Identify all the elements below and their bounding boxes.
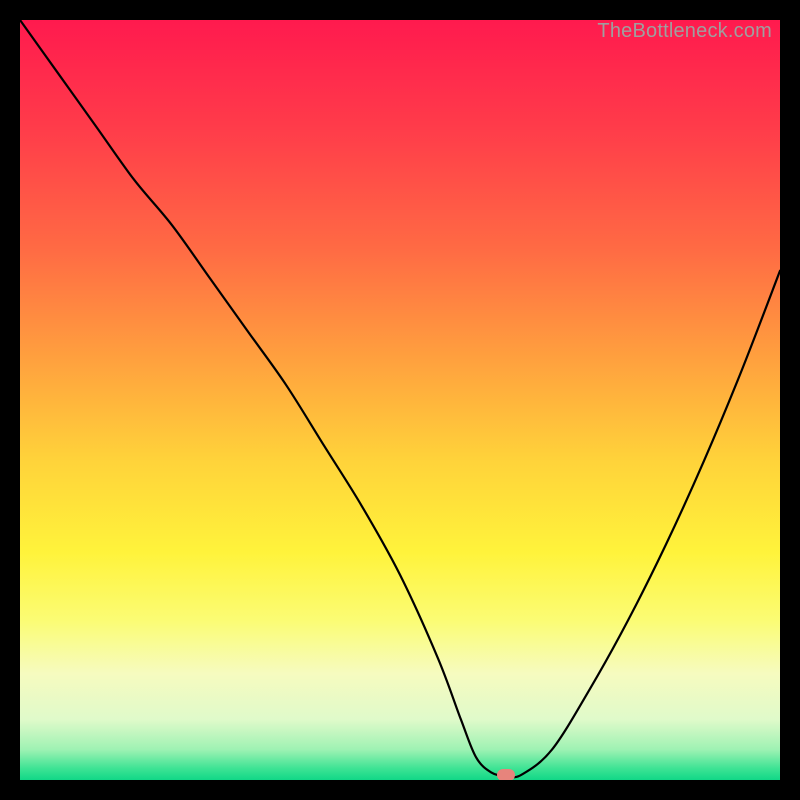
- watermark: TheBottleneck.com: [597, 20, 772, 43]
- curve-layer: [20, 20, 780, 780]
- bottleneck-curve: [20, 20, 780, 777]
- optimal-marker: [497, 769, 515, 780]
- chart-stage: TheBottleneck.com: [0, 0, 800, 800]
- plot-area: TheBottleneck.com: [20, 20, 780, 780]
